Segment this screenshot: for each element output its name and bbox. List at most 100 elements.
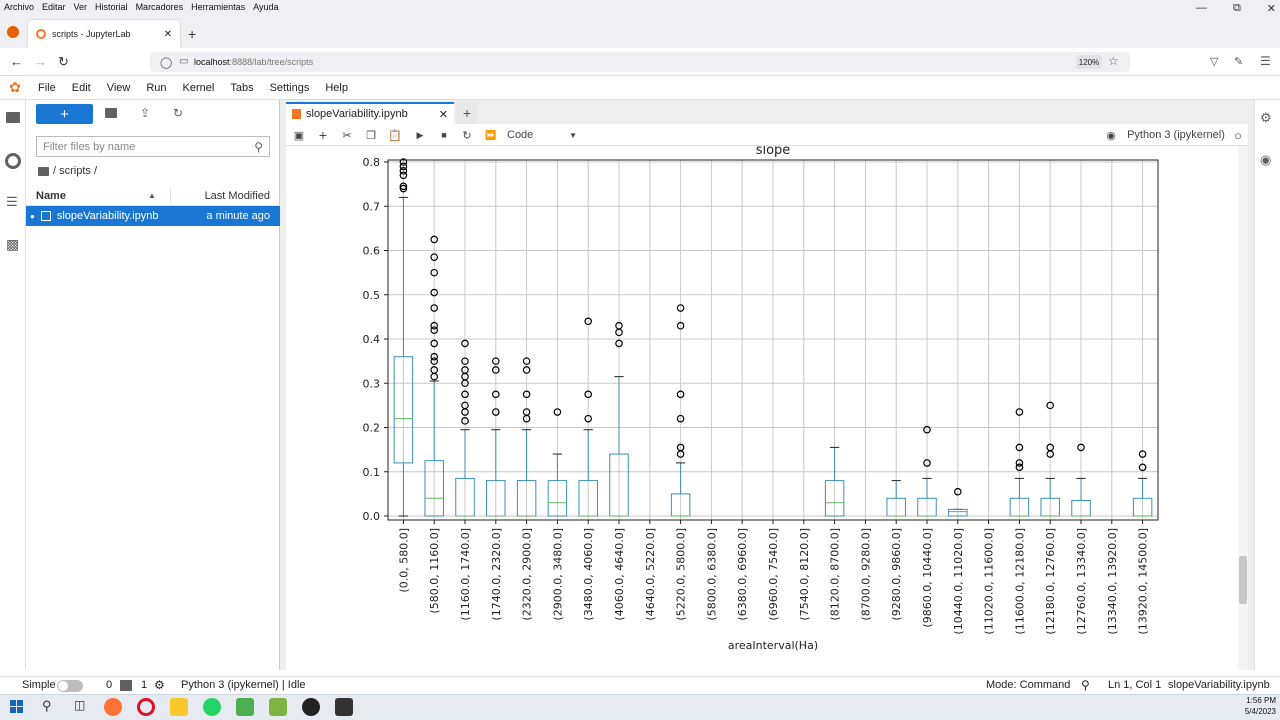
- restart-run-all-icon[interactable]: ⏩: [484, 124, 498, 146]
- menu-tabs[interactable]: Tabs: [222, 82, 261, 94]
- search-taskbar-icon[interactable]: ⚲: [42, 698, 52, 714]
- firefox-view-icon[interactable]: [7, 26, 19, 38]
- menu-historial[interactable]: Historial: [95, 2, 128, 12]
- close-notebook-tab-icon[interactable]: ✕: [439, 108, 448, 121]
- refresh-icon[interactable]: ↻: [173, 106, 183, 120]
- windows-taskbar: [0, 694, 1280, 720]
- y-tick-label: 0.4: [363, 333, 381, 346]
- forward-icon[interactable]: →: [34, 54, 47, 69]
- folder-icon[interactable]: [6, 112, 20, 123]
- notebook-output-area: slope 0.0 0.1 0.2 0.3 0.4 0.5 0.6 0.7 0.8 (0.0, …: [286, 143, 1248, 670]
- task-view-icon[interactable]: ◫: [74, 698, 85, 712]
- system-clock[interactable]: 1:56 PM 5/4/2023: [1236, 695, 1276, 717]
- paste-icon[interactable]: 📋: [388, 124, 402, 146]
- app-dark-taskbar-icon[interactable]: [302, 698, 320, 716]
- windows-start-icon[interactable]: [10, 700, 23, 713]
- y-tick-label: 0.6: [363, 245, 381, 258]
- simple-mode-label: Simple: [22, 679, 56, 691]
- menu-help[interactable]: Help: [317, 82, 356, 94]
- x-tick-label: (0.0, 580.0]: [397, 528, 410, 593]
- kernel-bug-icon[interactable]: ◉: [1104, 124, 1118, 146]
- opera-taskbar-icon[interactable]: [137, 698, 155, 716]
- save-icon[interactable]: ▣: [292, 124, 306, 146]
- terminal-taskbar-icon[interactable]: [335, 698, 353, 716]
- menu-settings[interactable]: Settings: [262, 82, 318, 94]
- status-bar: Simple 0 1 ⚙ Python 3 (ipykernel) | Idle…: [0, 676, 1280, 694]
- menu-kernel[interactable]: Kernel: [175, 82, 223, 94]
- new-tab-icon[interactable]: +: [188, 26, 196, 42]
- menu-ayuda[interactable]: Ayuda: [253, 2, 278, 12]
- new-folder-icon[interactable]: [105, 108, 117, 118]
- reload-icon[interactable]: ↻: [58, 54, 69, 70]
- menu-editar[interactable]: Editar: [42, 2, 66, 12]
- notebook-tab[interactable]: slopeVariability.ipynb ✕: [286, 102, 454, 124]
- simple-mode-toggle[interactable]: [57, 680, 83, 692]
- column-modified-header[interactable]: Last Modified: [205, 190, 270, 202]
- menu-run[interactable]: Run: [138, 82, 174, 94]
- file-row[interactable]: ● slopeVariability.ipynb a minute ago: [26, 206, 280, 226]
- url-host: localhost: [194, 57, 230, 67]
- file-explorer-taskbar-icon[interactable]: [170, 698, 188, 716]
- kernel-gear-icon: ⚙: [154, 678, 165, 692]
- bookmark-star-icon[interactable]: ☆: [1108, 54, 1119, 68]
- hamburger-menu-icon[interactable]: ☰: [1260, 54, 1271, 68]
- kernel-count[interactable]: 1: [141, 679, 147, 691]
- firefox-taskbar-icon[interactable]: [104, 698, 122, 716]
- new-launcher-button[interactable]: +: [36, 104, 93, 124]
- menu-edit[interactable]: Edit: [64, 82, 99, 94]
- notification-shield-icon[interactable]: ⚲: [1081, 678, 1090, 692]
- shield-icon[interactable]: ◯: [160, 56, 172, 69]
- menu-ver[interactable]: Ver: [74, 2, 88, 12]
- output-scrollbar[interactable]: [1238, 146, 1248, 670]
- restart-icon[interactable]: ↻: [460, 124, 474, 146]
- toc-icon[interactable]: ☰: [6, 194, 18, 210]
- menu-archivo[interactable]: Archivo: [4, 2, 34, 12]
- upload-icon[interactable]: ⇪: [140, 106, 150, 120]
- stop-icon[interactable]: ■: [437, 124, 451, 146]
- home-folder-icon[interactable]: [38, 166, 49, 176]
- jupyter-favicon-icon: [36, 29, 46, 39]
- x-tick-label: (2320.0, 2900.0]: [521, 528, 534, 621]
- close-tab-icon[interactable]: ✕: [164, 29, 172, 40]
- menu-view[interactable]: View: [99, 82, 139, 94]
- extension-puzzle-icon[interactable]: ▩: [6, 236, 19, 253]
- browser-tab-title: scripts - JupyterLab: [52, 29, 131, 39]
- running-icon[interactable]: [5, 153, 21, 169]
- cursor-position[interactable]: Ln 1, Col 1: [1108, 679, 1161, 691]
- url-bar[interactable]: localhost:8888/lab/tree/scripts: [150, 52, 1130, 72]
- breadcrumb: / scripts /: [38, 165, 97, 177]
- chevron-down-icon: ▼: [569, 130, 577, 140]
- copy-icon[interactable]: ❐: [364, 124, 378, 146]
- kernel-name[interactable]: Python 3 (ipykernel): [1126, 124, 1226, 146]
- page-info-icon[interactable]: ▭: [179, 56, 188, 67]
- file-filter-input[interactable]: Filter files by name ⚲: [36, 136, 270, 157]
- cut-icon[interactable]: ✂: [340, 124, 354, 146]
- insert-cell-icon[interactable]: +: [316, 124, 330, 146]
- menu-herramientas[interactable]: Herramientas: [191, 2, 245, 12]
- run-icon[interactable]: ▶: [413, 124, 427, 146]
- menu-file[interactable]: File: [30, 82, 64, 94]
- cell-type-select[interactable]: Code ▼: [507, 124, 577, 146]
- extensions-icon[interactable]: ✎: [1234, 55, 1243, 68]
- pocket-icon[interactable]: ▽: [1210, 55, 1218, 68]
- menu-marcadores[interactable]: Marcadores: [136, 2, 184, 12]
- breadcrumb-path[interactable]: / scripts /: [53, 165, 97, 177]
- scrollbar-thumb[interactable]: [1239, 556, 1247, 604]
- kernel-status-text[interactable]: Python 3 (ipykernel) | Idle: [181, 679, 306, 691]
- property-inspector-icon[interactable]: ⚙: [1260, 110, 1272, 126]
- whatsapp-taskbar-icon[interactable]: [203, 698, 221, 716]
- y-tick-label: 0.5: [363, 289, 381, 302]
- debugger-icon[interactable]: ◉: [1260, 152, 1271, 168]
- app-green-taskbar-icon[interactable]: [269, 698, 287, 716]
- terminal-count[interactable]: 0: [106, 679, 112, 691]
- x-tick-label: (5800.0, 6380.0]: [705, 528, 718, 621]
- left-activity-bar: [0, 100, 26, 670]
- back-icon[interactable]: ←: [10, 54, 23, 69]
- add-tab-icon[interactable]: +: [456, 102, 478, 124]
- zoom-level[interactable]: 120%: [1076, 55, 1102, 69]
- x-tick-label: (1160.0, 1740.0]: [459, 528, 472, 621]
- browser-tab[interactable]: scripts - JupyterLab ✕: [28, 20, 180, 48]
- y-axis-ticks: 0.0 0.1 0.2 0.3 0.4 0.5 0.6 0.7 0.8: [363, 156, 388, 523]
- spreadsheet-taskbar-icon[interactable]: [236, 698, 254, 716]
- terminal-icon: [120, 680, 132, 691]
